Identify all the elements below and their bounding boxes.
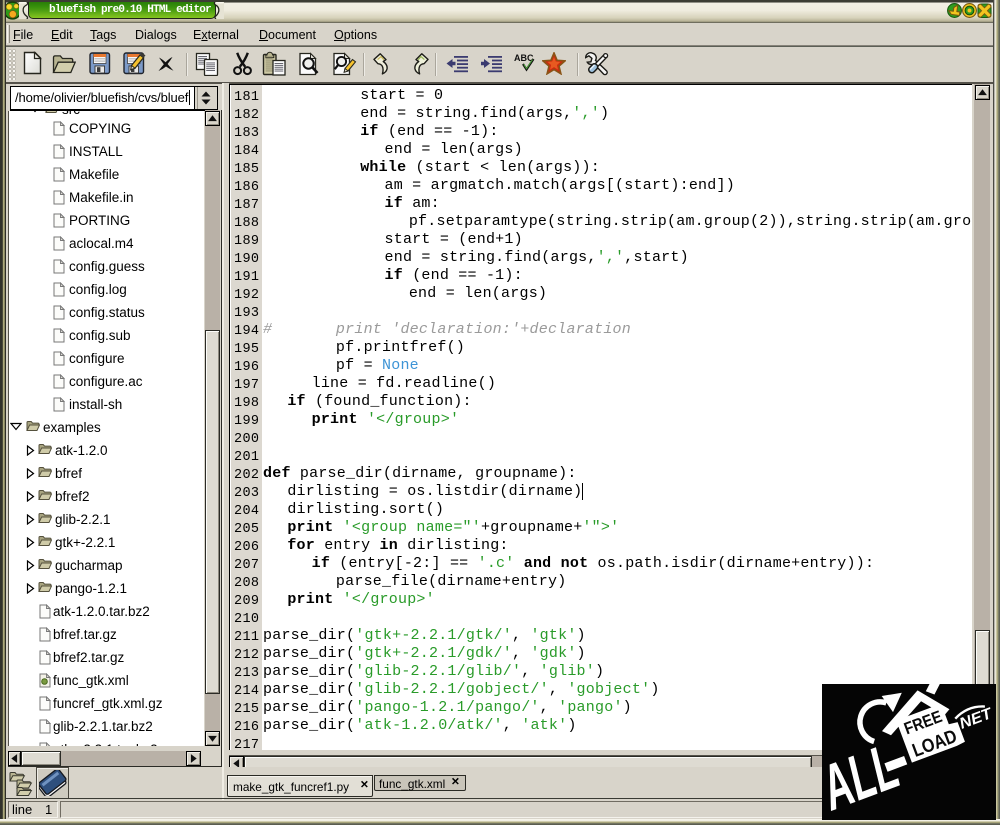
svg-text:ALL: ALL (822, 730, 908, 820)
svg-text:NET: NET (957, 705, 995, 733)
